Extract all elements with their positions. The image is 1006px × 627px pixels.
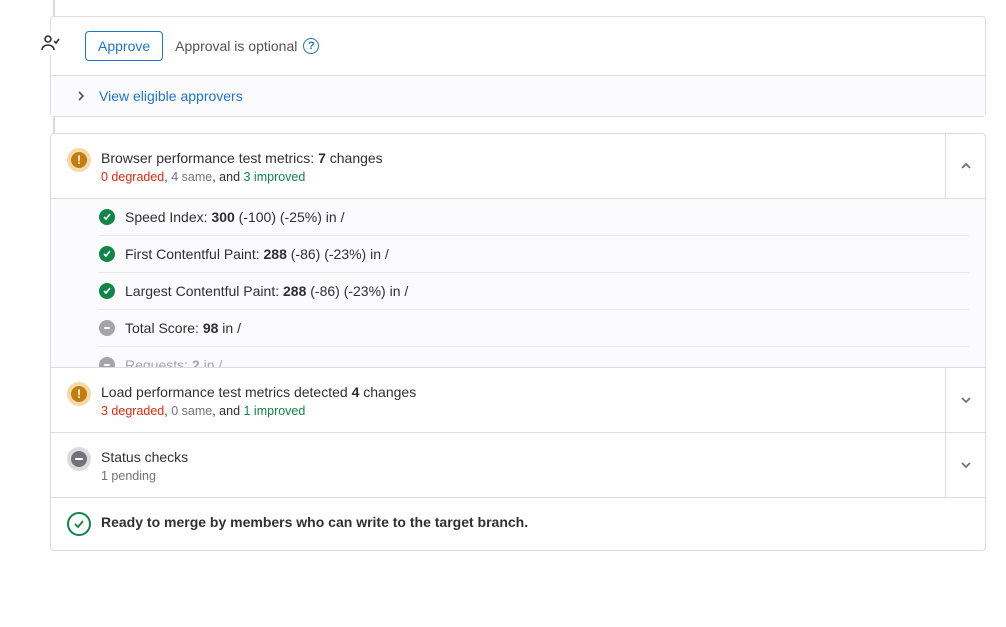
- mr-widgets-card: ! Browser performance test metrics: 7 ch…: [50, 133, 986, 551]
- chevron-up-icon: [959, 159, 973, 173]
- approval-optional-text: Approval is optional ?: [175, 38, 319, 54]
- status-checks-pending: 1 pending: [101, 469, 945, 483]
- status-checks-widget: Status checks 1 pending: [51, 433, 985, 498]
- warning-icon: !: [67, 382, 91, 406]
- browser-perf-title: Browser performance test metrics: 7 chan…: [101, 148, 945, 169]
- expand-toggle[interactable]: [945, 433, 985, 497]
- load-perf-summary: 3 degraded, 0 same, and 1 improved: [101, 404, 945, 418]
- metrics-list[interactable]: Speed Index: 300 (-100) (-25%) in / First…: [51, 199, 985, 367]
- approver-icon: [38, 31, 62, 55]
- help-icon[interactable]: ?: [303, 38, 319, 54]
- metric-row: Speed Index: 300 (-100) (-25%) in /: [99, 199, 969, 236]
- dash-icon: [99, 357, 115, 367]
- metric-row: Total Score: 98 in /: [99, 310, 969, 347]
- ready-to-merge-widget: Ready to merge by members who can write …: [51, 498, 985, 550]
- metric-text: First Contentful Paint: 288 (-86) (-23%)…: [125, 246, 389, 262]
- status-checks-title: Status checks: [101, 447, 945, 468]
- ready-text: Ready to merge by members who can write …: [101, 512, 969, 533]
- approve-button[interactable]: Approve: [85, 31, 163, 61]
- pending-icon: [67, 447, 91, 471]
- metric-text: Speed Index: 300 (-100) (-25%) in /: [125, 209, 344, 225]
- metric-text: Total Score: 98 in /: [125, 320, 241, 336]
- view-approvers-row[interactable]: View eligible approvers: [51, 75, 985, 116]
- view-approvers-link[interactable]: View eligible approvers: [99, 88, 243, 104]
- browser-perf-summary: 0 degraded, 4 same, and 3 improved: [101, 170, 945, 184]
- metric-text: Requests: 2 in /: [125, 357, 222, 367]
- metric-row: Requests: 2 in /: [99, 347, 969, 367]
- success-icon: [67, 512, 91, 536]
- browser-performance-widget: ! Browser performance test metrics: 7 ch…: [51, 134, 985, 368]
- chevron-right-icon: [75, 90, 87, 102]
- approval-card: Approve Approval is optional ? View elig…: [50, 16, 986, 117]
- warning-icon: !: [67, 148, 91, 172]
- metric-text: Largest Contentful Paint: 288 (-86) (-23…: [125, 283, 408, 299]
- load-performance-widget: ! Load performance test metrics detected…: [51, 368, 985, 433]
- chevron-down-icon: [959, 458, 973, 472]
- check-icon: [99, 209, 115, 225]
- expand-toggle[interactable]: [945, 368, 985, 432]
- check-icon: [99, 246, 115, 262]
- load-perf-title: Load performance test metrics detected 4…: [101, 382, 945, 403]
- chevron-down-icon: [959, 393, 973, 407]
- collapse-toggle[interactable]: [945, 134, 985, 198]
- dash-icon: [99, 320, 115, 336]
- metric-row: First Contentful Paint: 288 (-86) (-23%)…: [99, 236, 969, 273]
- metric-row: Largest Contentful Paint: 288 (-86) (-23…: [99, 273, 969, 310]
- check-icon: [99, 283, 115, 299]
